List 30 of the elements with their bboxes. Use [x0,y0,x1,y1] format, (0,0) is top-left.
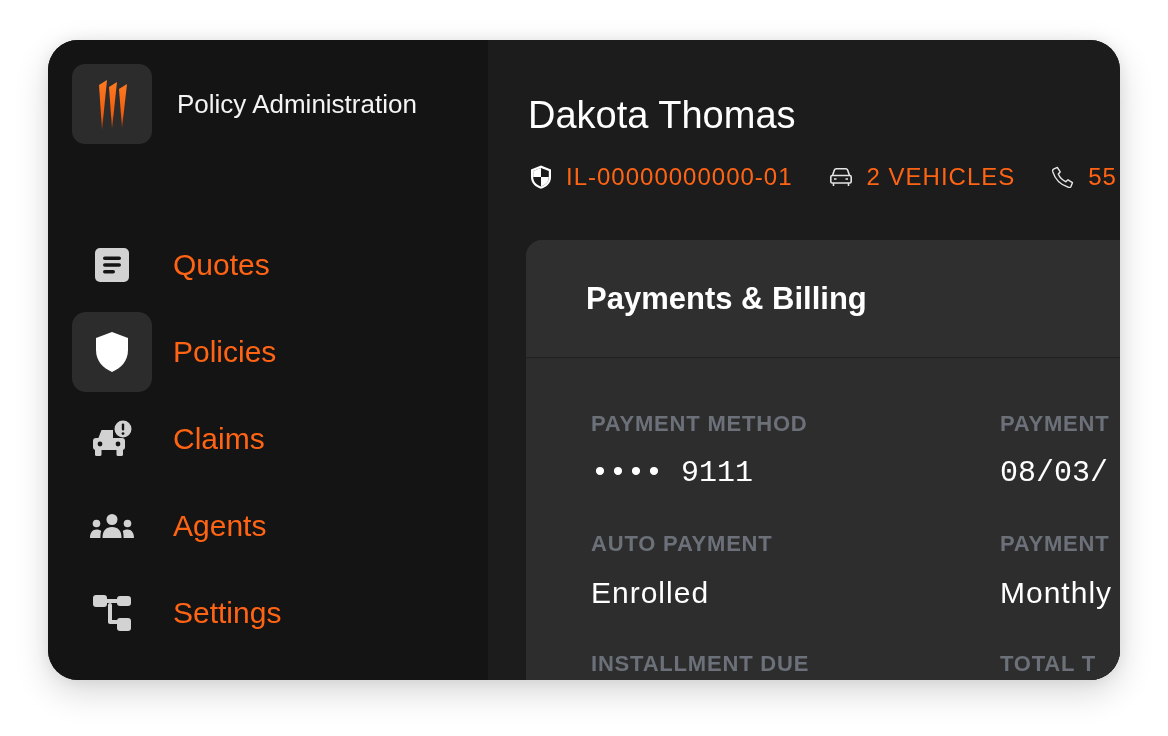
shield-icon [96,332,128,372]
phone-icon [1051,165,1075,189]
shield-icon [530,165,552,189]
app-title: Policy Administration [177,89,417,119]
field-label: INSTALLMENT DUE [591,652,810,676]
policy-number-link[interactable]: IL-00000000000-01 [566,163,793,191]
document-icon [95,248,129,282]
car-icon [828,167,853,187]
nav-link[interactable]: Claims [72,399,265,479]
field-value: •••• 9111 [591,456,754,490]
field-value: Monthly [1000,576,1113,610]
vehicles-link[interactable]: 2 VEHICLES [866,163,1016,191]
field-label: AUTO PAYMENT [591,532,773,556]
field-label: PAYMENT [1000,532,1110,556]
nav-link[interactable]: Quotes [72,225,270,305]
section-title: Payments & Billing [586,279,867,318]
field-value: 08/03/ [1000,456,1109,490]
field-label: PAYMENT METHOD [591,412,808,436]
field-label: TOTAL T [1000,652,1097,676]
car-alert-icon [92,420,132,458]
nav-link[interactable]: Policies [72,312,277,392]
field-label: PAYMENT [1000,412,1110,436]
field-value: Enrolled [591,576,710,610]
customer-name: Dakota Thomas [528,93,797,137]
hierarchy-icon [93,595,131,631]
logo-icon [72,64,152,144]
nav-link[interactable]: Settings [72,573,282,653]
nav-link[interactable]: Agents [72,486,267,566]
people-icon [90,514,134,538]
phone-link[interactable]: 55 [1088,163,1117,191]
